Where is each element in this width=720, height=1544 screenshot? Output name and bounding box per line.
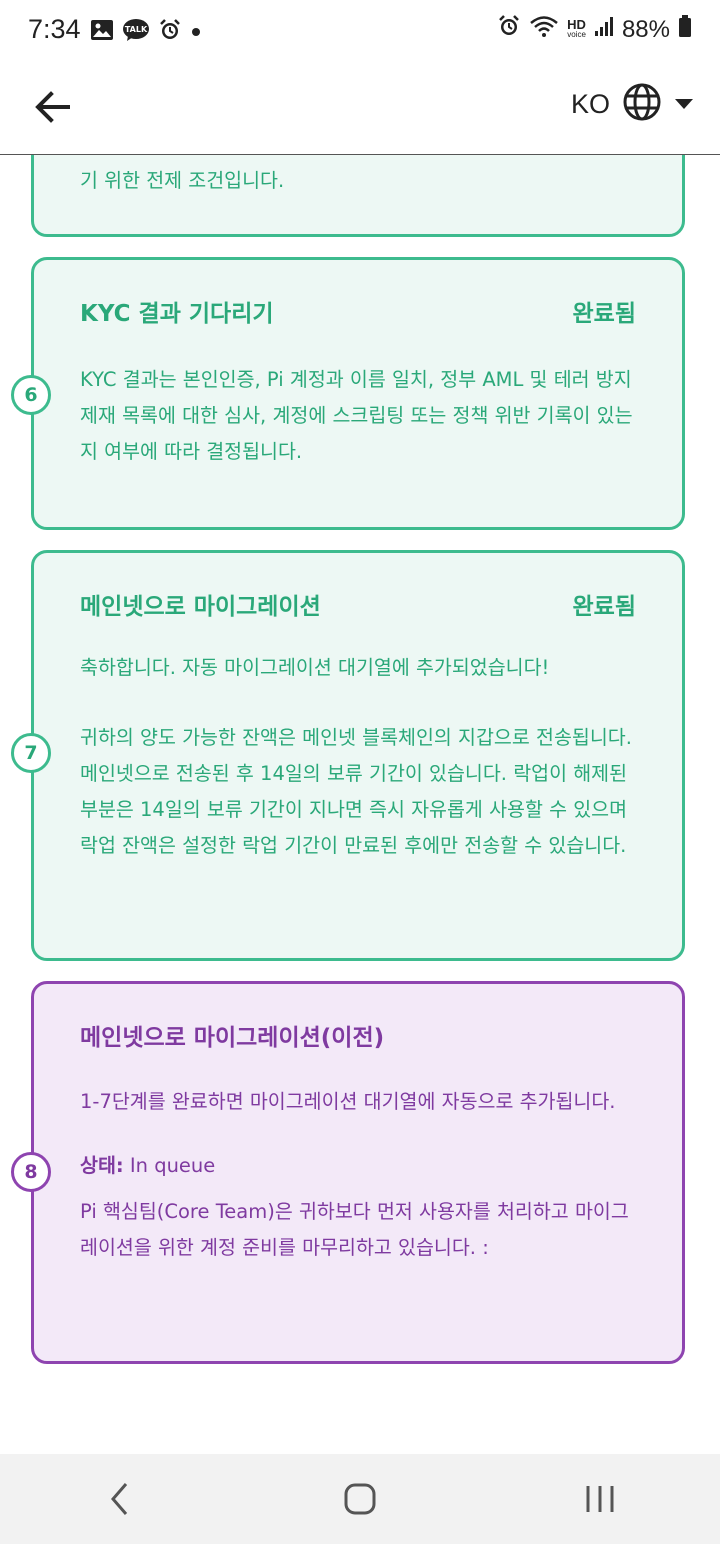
system-nav-bar	[0, 1454, 720, 1544]
card-body-text: 1-7단계를 완료하면 마이그레이션 대기열에 자동으로 추가됩니다.	[80, 1090, 616, 1113]
nav-home-icon	[344, 1483, 376, 1515]
status-left-icons: TALK	[90, 18, 202, 46]
arrow-left-icon	[35, 91, 70, 123]
status-label: 상태:	[80, 1154, 124, 1177]
battery-icon	[678, 14, 692, 45]
card-header: 메인넷으로 마이그레이션(이전)	[80, 1018, 636, 1052]
gallery-icon	[90, 19, 114, 45]
step-card-partial: 기 위한 전제 조건입니다.	[31, 154, 685, 237]
card-title: 메인넷으로 마이그레이션	[80, 594, 321, 620]
card-body-text: 기 위한 전제 조건입니다.	[80, 169, 285, 192]
signal-icon	[594, 15, 614, 44]
card-header: KYC 결과 기다리기 완료됨	[80, 294, 636, 328]
card-title: KYC 결과 기다리기	[80, 301, 274, 327]
step-number-badge: 6	[11, 375, 51, 415]
card-body-text: 귀하의 양도 가능한 잔액은 메인넷 블록체인의 지갑으로 전송됩니다. 메인넷…	[80, 726, 632, 857]
step-card-6: 6 KYC 결과 기다리기 완료됨 KYC 결과는 본인인증, Pi 계정과 이…	[11, 257, 685, 530]
card-body-text: 축하합니다. 자동 마이그레이션 대기열에 추가되었습니다!	[80, 656, 550, 679]
back-button[interactable]	[30, 84, 76, 130]
status-badge: 완료됨	[572, 594, 636, 620]
card-title: 메인넷으로 마이그레이션(이전)	[80, 1025, 385, 1051]
status-time: 7:34	[28, 14, 81, 44]
status-value: In queue	[129, 1154, 216, 1177]
alarm-icon	[158, 18, 182, 46]
wifi-icon	[529, 14, 559, 45]
alarm-icon	[497, 14, 521, 45]
status-bar: 7:34 TALK HD voice 88%	[0, 0, 720, 62]
caret-down-icon	[674, 95, 694, 114]
card-header: 메인넷으로 마이그레이션 완료됨	[80, 587, 636, 621]
nav-back-button[interactable]	[90, 1469, 150, 1529]
language-code: KO	[570, 88, 610, 119]
dot-icon	[190, 23, 202, 42]
globe-icon	[622, 82, 662, 126]
step-number-badge: 7	[11, 733, 51, 773]
status-right-icons: HD voice 88%	[497, 14, 692, 45]
svg-text:TALK: TALK	[125, 25, 148, 34]
step-card-8: 8 메인넷으로 마이그레이션(이전) 1-7단계를 완료하면 마이그레이션 대기…	[11, 981, 685, 1364]
talk-icon: TALK	[122, 18, 150, 46]
language-selector[interactable]: KO	[571, 82, 694, 126]
card-body-text: Pi 핵심팀(Core Team)은 귀하보다 먼저 사용자를 처리하고 마이그…	[80, 1200, 629, 1259]
battery-percent: 88%	[621, 15, 670, 43]
hd-voice-icon: HD voice	[567, 16, 586, 39]
nav-recents-button[interactable]	[570, 1469, 630, 1529]
step-number-badge: 8	[11, 1152, 51, 1192]
status-badge: 완료됨	[572, 301, 636, 327]
nav-home-button[interactable]	[330, 1469, 390, 1529]
nav-recents-icon	[586, 1486, 614, 1512]
step-card-7: 7 메인넷으로 마이그레이션 완료됨 축하합니다. 자동 마이그레이션 대기열에…	[11, 550, 685, 961]
app-bar: KO	[0, 62, 720, 155]
steps-list: 기 위한 전제 조건입니다. 6 KYC 결과 기다리기 완료됨 KYC 결과는…	[0, 154, 720, 1454]
nav-back-icon	[111, 1483, 128, 1515]
card-body-text: KYC 결과는 본인인증, Pi 계정과 이름 일치, 정부 AML 및 테러 …	[80, 368, 633, 463]
status-line: 상태: In queue	[80, 1148, 638, 1184]
